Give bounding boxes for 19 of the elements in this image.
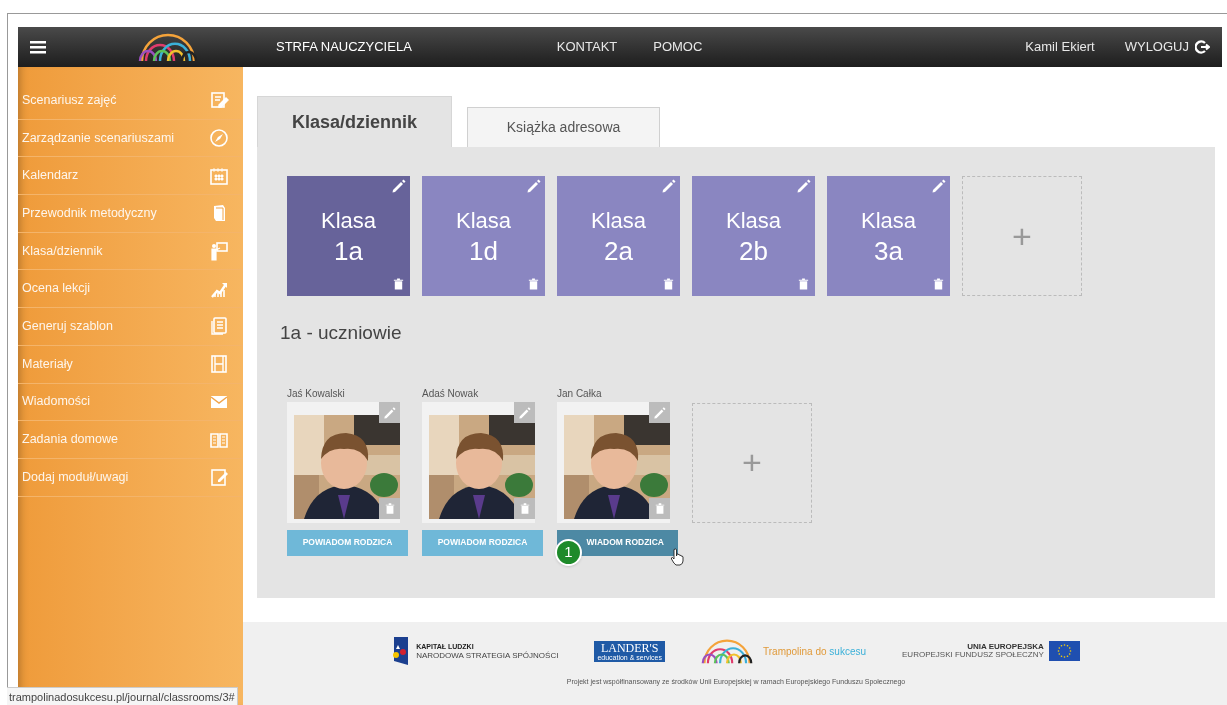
- class-name: 3a: [874, 236, 903, 267]
- status-url: trampolinadosukcesu.pl/journal/classrooms/3#: [7, 687, 238, 705]
- logo-text: UNIA EUROPEJSKA: [967, 643, 1044, 651]
- class-name: 2b: [739, 236, 768, 267]
- class-name: 1d: [469, 236, 498, 267]
- class-label: Klasa: [320, 207, 376, 235]
- class-label: Klasa: [860, 207, 916, 235]
- student-name: Adaś Nowak: [422, 386, 480, 401]
- class-name: 2a: [604, 236, 633, 267]
- students-heading: 1a - uczniowie: [280, 321, 403, 345]
- student-name: Jan Całka: [557, 386, 603, 401]
- class-label: Klasa: [455, 207, 511, 235]
- class-label: Klasa: [725, 207, 781, 235]
- logo-subtext: NARODOWA STRATEGIA SPÓJNOŚCI: [416, 652, 559, 661]
- class-name: 1a: [334, 236, 363, 267]
- brand-text: Trampolina do sukcesu: [763, 644, 866, 659]
- logo-subtext: EUROPEJSKI FUNDUSZ SPOŁECZNY: [902, 651, 1044, 659]
- class-label: Klasa: [590, 207, 646, 235]
- student-name: Jaś Kowalski: [287, 386, 346, 401]
